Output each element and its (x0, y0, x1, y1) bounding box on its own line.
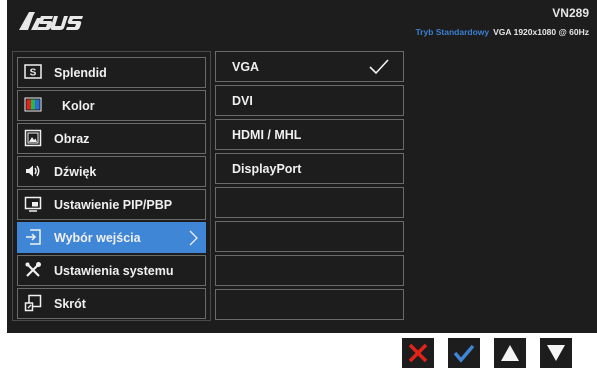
main-menu: S Splendid Kolor Obraz Dźwięk Ustawienie… (12, 51, 211, 321)
confirm-button[interactable] (448, 338, 480, 368)
submenu-item-label: DVI (232, 94, 253, 108)
down-button[interactable] (540, 338, 572, 368)
speaker-icon (26, 165, 40, 177)
submenu-item-label: HDMI / MHL (232, 128, 302, 142)
menu-item-label: Dźwięk (54, 165, 97, 179)
check-icon (369, 59, 389, 75)
menu-item-label: Kolor (62, 99, 95, 113)
chevron-right-icon (189, 230, 198, 246)
splendid-icon: S (24, 64, 42, 79)
submenu-item-empty (215, 289, 404, 320)
model-name: VN289 (552, 6, 589, 20)
menu-item-image[interactable]: Obraz (17, 123, 206, 154)
menu-item-label: Obraz (54, 132, 90, 146)
menu-item-sound[interactable]: Dźwięk (17, 156, 206, 187)
svg-text:S: S (30, 68, 37, 79)
osd-header: VN289 Tryb Standardowy VGA 1920x1080 @ 60… (7, 0, 597, 46)
image-icon (24, 129, 42, 147)
menu-item-system-settings[interactable]: Ustawienia systemu (17, 255, 206, 286)
menu-item-color[interactable]: Kolor (17, 90, 206, 121)
menu-item-label: Skrót (54, 297, 86, 311)
asus-logo (19, 12, 83, 30)
submenu-item-displayport[interactable]: DisplayPort (215, 153, 404, 184)
osd-window: VN289 Tryb Standardowy VGA 1920x1080 @ 60… (7, 0, 597, 333)
submenu-item-label: DisplayPort (232, 162, 302, 176)
input-select-icon (26, 229, 41, 245)
menu-item-shortcut[interactable]: Skrót (17, 288, 206, 319)
submenu-item-label: VGA (232, 60, 260, 74)
submenu-item-hdmi-mhl[interactable]: HDMI / MHL (215, 119, 404, 150)
display-mode: Tryb Standardowy (415, 27, 490, 37)
tools-icon (25, 262, 41, 277)
up-arrow-icon (501, 345, 519, 361)
pip-icon (24, 196, 42, 212)
down-arrow-icon (547, 345, 565, 361)
signal-info: VGA 1920x1080 @ 60Hz (493, 27, 589, 37)
menu-item-label: Ustawienie PIP/PBP (54, 198, 173, 212)
up-button[interactable] (494, 338, 526, 368)
input-submenu: VGA DVI HDMI / MHL DisplayPort (215, 51, 404, 321)
menu-item-pip-pbp[interactable]: Ustawienie PIP/PBP (17, 189, 206, 220)
color-palette-icon (24, 97, 42, 112)
menu-item-label: Wybór wejścia (54, 231, 141, 245)
menu-item-input-select[interactable]: Wybór wejścia (17, 222, 206, 253)
close-button[interactable] (402, 338, 434, 368)
close-icon (408, 343, 428, 363)
submenu-item-dvi[interactable]: DVI (215, 85, 404, 116)
submenu-item-empty (215, 187, 404, 218)
menu-item-label: Splendid (54, 66, 107, 80)
submenu-item-empty (215, 221, 404, 252)
submenu-item-empty (215, 255, 404, 286)
shortcut-icon (24, 294, 42, 312)
status-line: Tryb Standardowy VGA 1920x1080 @ 60Hz (415, 27, 589, 37)
submenu-item-vga[interactable]: VGA (215, 51, 404, 82)
menu-item-splendid[interactable]: S Splendid (17, 57, 206, 88)
check-icon (454, 344, 474, 363)
menu-item-label: Ustawienia systemu (54, 264, 174, 278)
